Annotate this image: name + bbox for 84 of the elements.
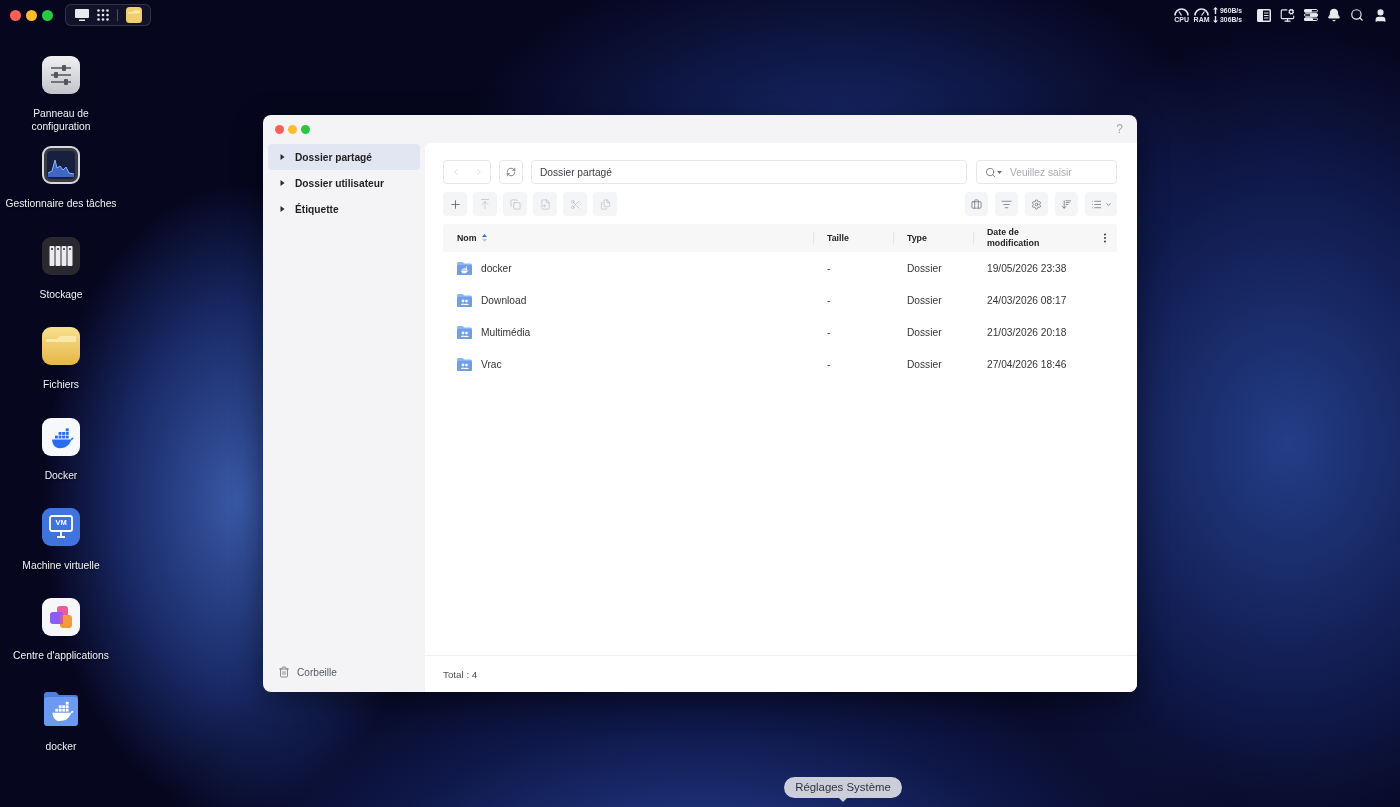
- chart-app-icon: [42, 146, 80, 185]
- filter-icon: [1001, 198, 1012, 210]
- list-icon: [1090, 198, 1102, 210]
- desktop-shortcut[interactable]: Gestionnaire des tâches: [5, 146, 117, 211]
- sidebar-item[interactable]: Étiquette: [268, 196, 420, 222]
- sidebar-item[interactable]: Dossier utilisateur: [268, 170, 420, 196]
- scissors-icon: [569, 198, 581, 210]
- file-name[interactable]: Vrac: [481, 358, 502, 370]
- briefcase-icon: [971, 198, 982, 210]
- file-name[interactable]: Download: [481, 294, 527, 306]
- desktop-shortcut[interactable]: Docker: [5, 417, 117, 482]
- gauge-icon[interactable]: [1174, 7, 1190, 16]
- item-count: Total : 4: [443, 668, 478, 680]
- squares-app-icon: [42, 598, 80, 637]
- copy-icon: [509, 198, 521, 210]
- table-cell: Dossier: [907, 262, 942, 274]
- desktop-shortcut[interactable]: Fichiers: [5, 327, 117, 392]
- table-cell: 19/05/2026 23:38: [987, 262, 1067, 274]
- desktop-shortcut[interactable]: Stockage: [5, 236, 117, 301]
- settings-button[interactable]: [1025, 192, 1048, 216]
- user-icon[interactable]: [1373, 7, 1388, 23]
- desktop-shortcut[interactable]: docker: [5, 688, 117, 753]
- table-cell: -: [827, 358, 831, 370]
- trash-icon: [278, 666, 290, 678]
- table-cell: -: [827, 294, 831, 306]
- folder-users-icon: [457, 293, 472, 307]
- tooltip: Réglages Système: [784, 777, 902, 802]
- files-icon: [599, 198, 611, 210]
- table-cell: Dossier: [907, 294, 942, 306]
- column-header[interactable]: Date de modification: [987, 227, 1059, 249]
- briefcase-button[interactable]: [965, 192, 988, 216]
- file-name[interactable]: Multimédia: [481, 326, 531, 338]
- whale-app-icon: [42, 417, 80, 456]
- file-icon: [539, 198, 551, 210]
- arrow-up-line-icon: [479, 198, 491, 210]
- path-field[interactable]: Dossier partagé: [531, 160, 967, 184]
- settings-icon: [1031, 198, 1042, 210]
- plus-icon: [448, 197, 462, 211]
- search-icon[interactable]: [1350, 8, 1364, 22]
- zoom-button[interactable]: [42, 9, 53, 21]
- folder-whale-icon: [457, 261, 472, 275]
- minimize-button[interactable]: [26, 9, 37, 21]
- table-cell: -: [827, 326, 831, 338]
- monitor-gear-icon[interactable]: [1280, 7, 1295, 23]
- refresh-icon: [506, 167, 516, 177]
- table-cell: Dossier: [907, 326, 942, 338]
- sort-icon: [1061, 198, 1072, 210]
- folder-app-icon[interactable]: [126, 7, 142, 23]
- desktop-shortcut[interactable]: Panneau de configuration: [5, 56, 117, 133]
- toggles-icon[interactable]: [1304, 9, 1318, 21]
- table-cell: 24/03/2026 08:17: [987, 294, 1067, 306]
- filter-button[interactable]: [995, 192, 1018, 216]
- monitor-icon[interactable]: [75, 9, 89, 21]
- drives-app-icon: [42, 236, 80, 275]
- monitor-app-icon: [42, 507, 80, 546]
- bell-icon[interactable]: [1327, 8, 1341, 22]
- arrow-down-icon: [1213, 16, 1219, 23]
- folder-users-icon: [457, 357, 472, 371]
- arrow-up-icon: [1213, 7, 1219, 14]
- refresh-button[interactable]: [499, 160, 523, 184]
- table-cell: 27/04/2026 18:46: [987, 358, 1067, 370]
- search-field[interactable]: Veuillez saisir: [976, 160, 1117, 184]
- folder-app-icon: [42, 327, 80, 366]
- column-header[interactable]: Nom: [457, 232, 477, 244]
- column-header[interactable]: Taille: [827, 232, 849, 244]
- table-cell: 21/03/2026 20:18: [987, 326, 1067, 338]
- caret-icon: [997, 170, 1002, 174]
- sliders-app-icon: [42, 56, 80, 94]
- panel-icon[interactable]: [1257, 8, 1271, 22]
- folder-users-icon: [457, 325, 472, 339]
- view-button[interactable]: [1085, 192, 1117, 216]
- search-icon: [985, 166, 996, 178]
- column-header[interactable]: Type: [907, 232, 927, 244]
- caret-icon: [1104, 200, 1112, 208]
- desktop-shortcut[interactable]: Centre d'applications: [5, 598, 117, 663]
- sidebar-item[interactable]: Dossier partagé: [268, 144, 420, 170]
- add-button[interactable]: [443, 192, 467, 216]
- table-cell: Dossier: [907, 358, 942, 370]
- table-cell: -: [827, 262, 831, 274]
- grid-icon[interactable]: [97, 9, 109, 21]
- trash-link[interactable]: Corbeille: [268, 666, 337, 678]
- gauge-icon[interactable]: [1194, 7, 1210, 16]
- close-button[interactable]: [10, 9, 21, 21]
- file-name[interactable]: docker: [481, 262, 512, 274]
